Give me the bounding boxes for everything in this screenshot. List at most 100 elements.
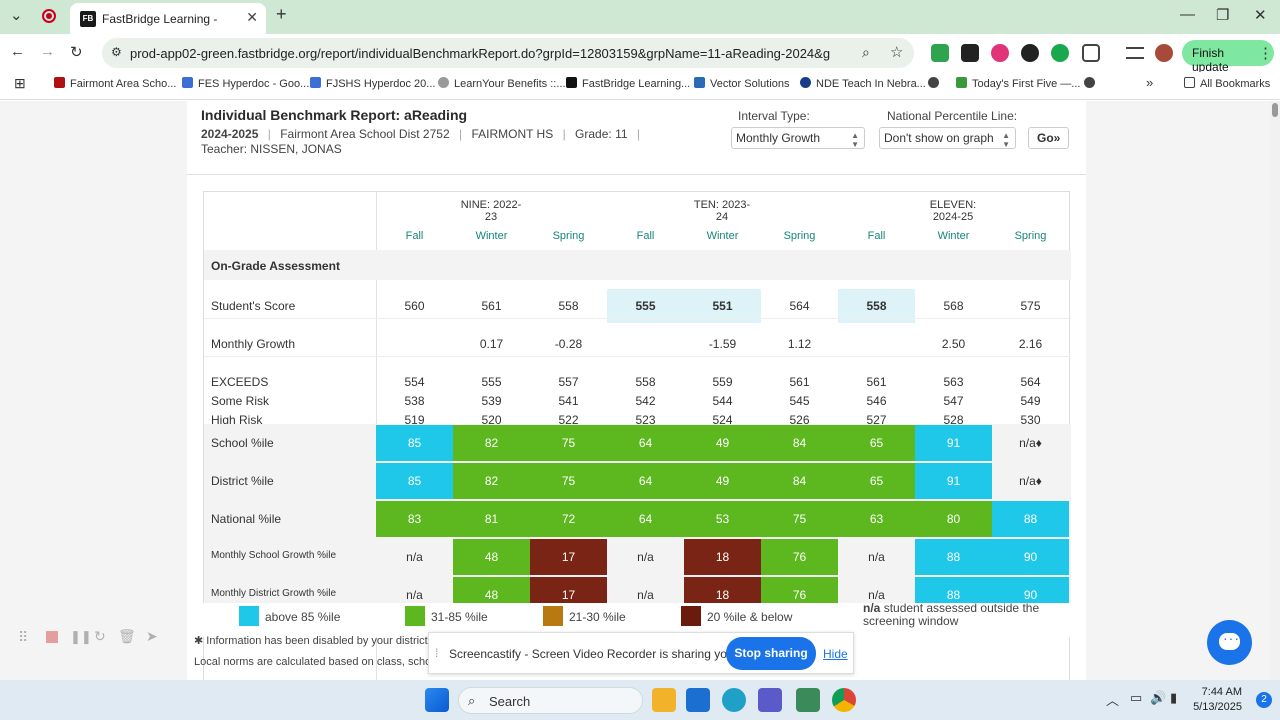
record-icon[interactable] — [42, 9, 56, 23]
restore-icon[interactable]: ❐ — [1216, 6, 1229, 24]
growth-cell: 1.12 — [787, 337, 812, 351]
chat-button[interactable]: ··· — [1207, 620, 1252, 665]
display-icon[interactable]: ▭ — [1130, 690, 1142, 706]
bookmark-4[interactable]: LearnYour Benefits ::... — [438, 77, 566, 90]
battery-icon[interactable]: ▮ — [1170, 690, 1177, 706]
school-cell: 65 — [838, 425, 915, 461]
season-header: Fall — [636, 230, 655, 242]
more-bookmarks-icon[interactable]: » — [1146, 75, 1153, 90]
forward-icon[interactable]: → — [40, 43, 55, 60]
some-cell: 542 — [635, 394, 656, 408]
extension-5-icon[interactable] — [1051, 44, 1069, 62]
school-cell: n/a♦ — [1019, 436, 1042, 450]
scrollbar-thumb[interactable] — [1272, 103, 1278, 117]
bookmark-6[interactable]: Vector Solutions — [694, 77, 790, 90]
stop-record-icon[interactable] — [46, 631, 58, 643]
go-button[interactable]: Go» — [1028, 127, 1070, 149]
profile-avatar[interactable] — [1155, 44, 1173, 62]
msg-cell: 48 — [453, 539, 530, 575]
row-label-score: Student's Score — [211, 299, 296, 313]
legend-swatch-31-85 — [405, 606, 425, 626]
divider: | — [562, 127, 566, 141]
bookmark-5[interactable]: FastBridge Learning... — [566, 77, 690, 90]
bookmark-2[interactable]: FES Hyperdoc - Goo... — [182, 77, 309, 90]
exceeds-cell: 557 — [558, 375, 579, 389]
windows-start-icon[interactable] — [425, 688, 449, 712]
reload-icon[interactable]: ↻ — [70, 43, 83, 61]
bookmark-star-icon[interactable]: ☆ — [890, 43, 903, 61]
volume-icon[interactable]: 🔊 — [1150, 690, 1166, 706]
doc-icon — [182, 77, 193, 88]
bookmark-7[interactable]: NDE Teach In Nebra... — [800, 77, 926, 90]
tray-chevron-icon[interactable]: ︿ — [1106, 690, 1119, 709]
globe-bookmark-2-icon[interactable] — [1084, 77, 1100, 90]
exceeds-cell: 561 — [789, 375, 810, 389]
outlook-icon[interactable] — [686, 688, 710, 712]
stop-sharing-button[interactable]: Stop sharing — [726, 637, 816, 670]
pause-icon[interactable]: ❚❚ — [70, 629, 92, 645]
national-cell: 81 — [453, 501, 530, 537]
extension-1-icon[interactable] — [931, 44, 949, 62]
teams-icon[interactable] — [758, 688, 782, 712]
msg-cell: n/a — [868, 550, 885, 564]
edge-icon[interactable] — [722, 688, 746, 712]
exceeds-cell: 563 — [943, 375, 964, 389]
browser-menu-icon[interactable]: ⋮ — [1258, 44, 1273, 62]
school-cell: 75 — [530, 425, 607, 461]
zoom-icon[interactable]: ⌕ — [862, 44, 870, 61]
trash-icon[interactable]: 🗑 — [118, 628, 136, 645]
legend-label-above85: above 85 %ile — [265, 610, 341, 624]
minimize-icon[interactable]: — — [1180, 6, 1195, 23]
some-cell: 539 — [481, 394, 502, 408]
new-tab-icon[interactable]: + — [276, 4, 287, 25]
hide-link[interactable]: Hide — [823, 647, 848, 661]
address-bar[interactable]: ⚙ prod-app02-green.fastbridge.org/report… — [102, 38, 914, 68]
interval-type-select[interactable]: Monthly Growth ▲ ▼ — [731, 127, 865, 149]
national-percentile-line-select[interactable]: Don't show on graph ▲ ▼ — [879, 127, 1016, 149]
asterisk-icon: ✱ — [194, 635, 207, 647]
close-window-icon[interactable]: ✕ — [1254, 6, 1267, 24]
media-controls-icon[interactable] — [1126, 47, 1144, 59]
extensions-puzzle-icon[interactable] — [1082, 44, 1100, 62]
notification-badge[interactable]: 2 — [1256, 692, 1272, 708]
system-clock[interactable]: 7:44 AM 5/13/2025 — [1193, 685, 1242, 715]
tab-search-chevron-icon[interactable]: ⌄ — [10, 6, 23, 24]
url-text: prod-app02-green.fastbridge.org/report/i… — [130, 46, 830, 61]
snipping-tool-icon[interactable] — [796, 688, 820, 712]
drag-handle-icon[interactable]: ⠿ — [18, 629, 28, 646]
taskbar-search[interactable]: ⌕ Search — [458, 687, 643, 714]
bookmark-1[interactable]: Fairmont Area Scho... — [54, 77, 176, 90]
bookmark-8[interactable]: Today's First Five —... — [956, 77, 1080, 90]
all-bookmarks[interactable]: All Bookmarks — [1184, 77, 1270, 90]
section-title: On-Grade Assessment — [211, 259, 340, 273]
row-label-district: District %ile — [211, 474, 274, 488]
drag-handle-icon[interactable]: ⁞ — [435, 646, 438, 660]
exceeds-cell: 564 — [1020, 375, 1041, 389]
apps-grid-icon[interactable]: ⊞ — [14, 75, 26, 92]
restart-icon[interactable]: ↻ — [94, 628, 106, 645]
extension-4-icon[interactable] — [1021, 44, 1039, 62]
recorder-toolbar[interactable]: ⠿ ❚❚ ↻ 🗑 ➤ — [18, 625, 183, 653]
chrome-icon[interactable] — [832, 688, 856, 712]
district-cell: 91 — [915, 463, 992, 499]
extension-3-icon[interactable] — [991, 44, 1009, 62]
growth-cell: 2.50 — [941, 337, 966, 351]
cursor-icon[interactable]: ➤ — [146, 628, 158, 645]
close-tab-icon[interactable]: ✕ — [246, 9, 258, 26]
globe-bookmark-icon[interactable] — [928, 77, 944, 90]
extension-2-icon[interactable] — [961, 44, 979, 62]
tab-fastbridge[interactable]: FB FastBridge Learning - ✕ — [70, 3, 266, 34]
season-header: Fall — [867, 230, 886, 242]
page-scrollbar[interactable] — [1270, 101, 1280, 680]
msg-cell: n/a — [406, 550, 423, 564]
growth-cell: -1.59 — [708, 337, 737, 351]
site-info-icon[interactable]: ⚙ — [111, 45, 122, 59]
growth-cell: -0.28 — [554, 337, 583, 351]
back-icon[interactable]: ← — [10, 43, 25, 60]
season-header: Winter — [706, 230, 739, 242]
national-cell: 72 — [530, 501, 607, 537]
file-explorer-icon[interactable] — [652, 688, 676, 712]
row-divider — [204, 318, 1071, 319]
bookmark-3[interactable]: FJSHS Hyperdoc 20... — [310, 77, 435, 90]
school-name: FAIRMONT HS — [471, 127, 554, 141]
